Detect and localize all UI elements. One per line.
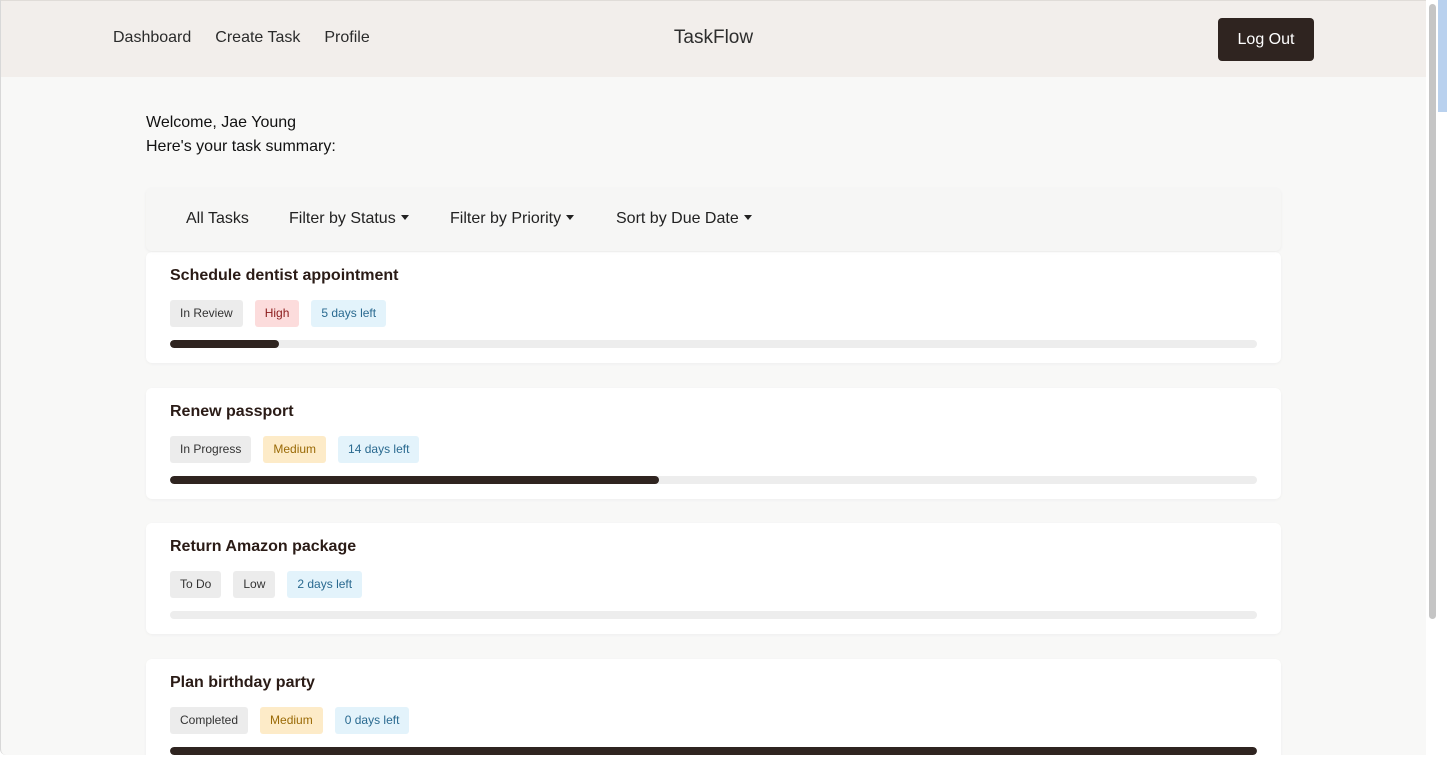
due-badge: 5 days left xyxy=(311,300,387,327)
task-title: Schedule dentist appointment xyxy=(170,267,399,284)
due-badge: 2 days left xyxy=(287,571,363,598)
priority-badge: Low xyxy=(233,571,276,598)
welcome-section: Welcome, Jae Young Here's your task summ… xyxy=(146,111,336,159)
priority-badge: Medium xyxy=(260,707,323,734)
task-title: Return Amazon package xyxy=(170,538,357,555)
progress-fill xyxy=(170,340,279,348)
brand-title[interactable]: TaskFlow xyxy=(674,27,753,48)
nav-dashboard-link[interactable]: Dashboard xyxy=(113,29,191,47)
task-title: Plan birthday party xyxy=(170,674,315,691)
task-card[interactable]: Plan birthday party Completed Medium 0 d… xyxy=(146,659,1281,755)
logout-button[interactable]: Log Out xyxy=(1218,18,1314,61)
filter-status-dropdown[interactable]: Filter by Status xyxy=(289,210,409,228)
adjacent-window-accent xyxy=(1438,0,1447,112)
filter-status-label: Filter by Status xyxy=(289,210,396,227)
vertical-scrollbar[interactable] xyxy=(1427,0,1438,758)
welcome-subtitle: Here's your task summary: xyxy=(146,138,336,155)
filter-bar: All Tasks Filter by Status Filter by Pri… xyxy=(146,188,1281,251)
progress-bar xyxy=(170,476,1257,484)
status-badge: In Progress xyxy=(170,436,252,463)
progress-fill xyxy=(170,747,1257,755)
task-card[interactable]: Return Amazon package To Do Low 2 days l… xyxy=(146,523,1281,634)
status-badge: Completed xyxy=(170,707,249,734)
task-tags: To Do Low 2 days left xyxy=(170,571,363,598)
sort-due-date-dropdown[interactable]: Sort by Due Date xyxy=(616,210,752,228)
all-tasks-label: All Tasks xyxy=(186,210,249,227)
caret-down-icon xyxy=(400,215,409,221)
adjacent-window-edge xyxy=(1438,0,1447,758)
status-badge: In Review xyxy=(170,300,243,327)
filter-priority-dropdown[interactable]: Filter by Priority xyxy=(450,210,575,228)
navbar: Dashboard Create Task Profile TaskFlow L… xyxy=(1,0,1426,77)
status-badge: To Do xyxy=(170,571,222,598)
nav-profile-link[interactable]: Profile xyxy=(324,29,369,47)
task-tags: In Review High 5 days left xyxy=(170,300,387,327)
task-card[interactable]: Schedule dentist appointment In Review H… xyxy=(146,252,1281,363)
app-window: Dashboard Create Task Profile TaskFlow L… xyxy=(0,0,1426,755)
due-badge: 14 days left xyxy=(338,436,420,463)
caret-down-icon xyxy=(743,215,752,221)
nav-create-task-link[interactable]: Create Task xyxy=(215,29,300,47)
scrollbar-thumb[interactable] xyxy=(1429,4,1436,619)
priority-badge: Medium xyxy=(263,436,327,463)
progress-bar xyxy=(170,611,1257,619)
due-badge: 0 days left xyxy=(334,707,410,734)
filter-priority-label: Filter by Priority xyxy=(450,210,562,227)
progress-bar xyxy=(170,747,1257,755)
priority-badge: High xyxy=(254,300,300,327)
task-tags: In Progress Medium 14 days left xyxy=(170,436,420,463)
all-tasks-tab[interactable]: All Tasks xyxy=(186,210,249,228)
task-tags: Completed Medium 0 days left xyxy=(170,707,410,734)
task-title: Renew passport xyxy=(170,403,294,420)
welcome-greeting: Welcome, Jae Young xyxy=(146,114,297,131)
progress-fill xyxy=(170,476,660,484)
nav-links: Dashboard Create Task Profile xyxy=(113,29,370,47)
task-card[interactable]: Renew passport In Progress Medium 14 day… xyxy=(146,388,1281,499)
caret-down-icon xyxy=(566,215,575,221)
progress-bar xyxy=(170,340,1257,348)
sort-due-date-label: Sort by Due Date xyxy=(616,210,739,227)
